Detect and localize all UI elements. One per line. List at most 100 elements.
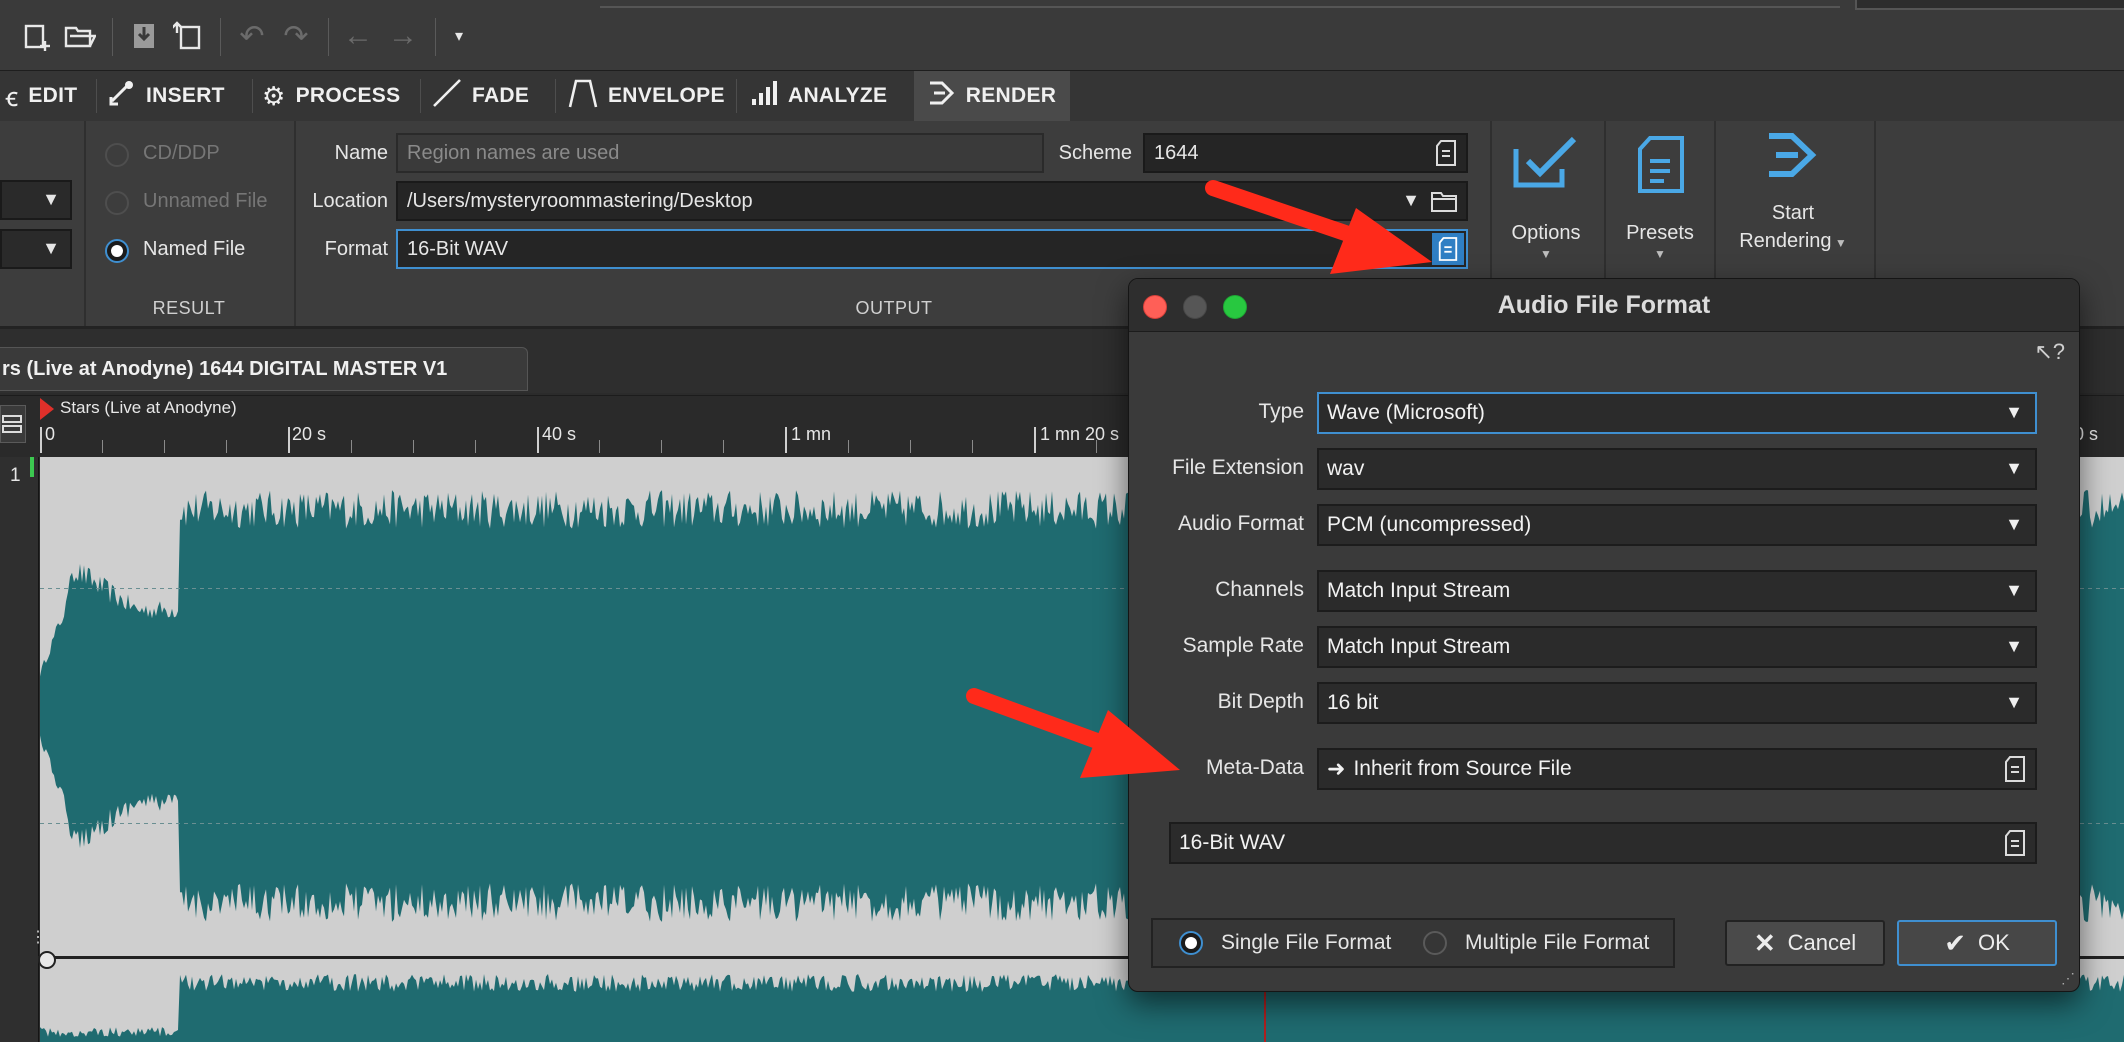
help-cursor-icon[interactable]: ↖? [2034, 339, 2065, 365]
resize-grip-icon[interactable]: ⋰ [2061, 970, 2075, 987]
type-label: Type [1258, 400, 1304, 423]
track-options-icon[interactable] [0, 405, 26, 443]
format-label: Format [324, 238, 388, 260]
scheme-label: Scheme [1058, 142, 1132, 164]
ruler-minor-tick [661, 440, 662, 453]
channels-select[interactable]: Match Input Stream ▼ [1317, 570, 2037, 612]
name-label: Name [334, 142, 388, 164]
back-arrow-icon[interactable]: ← [340, 18, 376, 54]
unnamed-file-label: Unnamed File [143, 190, 268, 212]
format-edit-button[interactable] [1432, 233, 1464, 265]
cancel-button[interactable]: ✕ Cancel [1725, 920, 1885, 966]
audio-format-label: Audio Format [1177, 512, 1304, 535]
region-name[interactable]: Stars (Live at Anodyne) [60, 398, 237, 418]
tab-envelope[interactable]: ENVELOPE [568, 71, 728, 121]
close-icon: ✕ [1753, 927, 1776, 958]
location-field[interactable]: /Users/mysteryroommastering/Desktop ▼ [396, 181, 1468, 221]
document-icon[interactable] [1434, 139, 1458, 174]
metadata-field[interactable]: ➜ Inherit from Source File [1317, 748, 2037, 790]
start-rendering-button[interactable]: Start Rendering ▼ [1718, 121, 1868, 296]
save-as-icon[interactable] [170, 18, 206, 54]
radio-named-file[interactable] [105, 239, 129, 263]
chevron-down-icon[interactable]: ▼ [1402, 190, 1420, 211]
options-button[interactable]: Options ▼ [1496, 121, 1596, 296]
chevron-down-icon: ▼ [2005, 692, 2023, 712]
named-file-label: Named File [143, 238, 246, 260]
scheme-field[interactable]: 1644 [1143, 133, 1468, 173]
toolbar-frame-right [1855, 0, 2124, 10]
document-icon[interactable] [2003, 755, 2027, 789]
radio-cd-ddp[interactable] [105, 143, 129, 167]
ruler-label-0: 0 [45, 424, 56, 444]
sample-rate-select[interactable]: Match Input Stream ▼ [1317, 626, 2037, 668]
ruler-label-40s: 40 s [542, 424, 577, 444]
bit-depth-label: Bit Depth [1217, 690, 1304, 713]
file-extension-select[interactable]: wav ▼ [1317, 448, 2037, 490]
tab-insert[interactable]: INSERT [108, 71, 248, 121]
forward-arrow-icon[interactable]: → [385, 18, 421, 54]
track-start-marker [30, 457, 34, 477]
format-field[interactable]: 16-Bit WAV [396, 229, 1468, 269]
ok-button[interactable]: ✔ OK [1897, 920, 2057, 966]
chevron-down-icon: ▼ [42, 238, 60, 258]
tab-render[interactable]: RENDER [914, 71, 1070, 121]
sample-rate-label: Sample Rate [1182, 634, 1304, 657]
tab-edit[interactable]: ꞓ EDIT [0, 71, 95, 121]
tab-process[interactable]: ⚙ PROCESS [262, 71, 422, 121]
region-marker-icon[interactable] [40, 398, 54, 420]
name-field[interactable]: Region names are used [396, 133, 1044, 173]
type-select[interactable]: Wave (Microsoft) ▼ [1317, 392, 2037, 434]
ruler-minor-tick [413, 440, 414, 453]
open-folder-icon[interactable] [62, 18, 98, 54]
radio-single-file-format[interactable] [1179, 931, 1203, 955]
new-file-icon[interactable] [20, 18, 56, 54]
ruler-minor-tick [972, 440, 973, 453]
ruler-minor-tick [164, 440, 165, 453]
multiple-file-format-label: Multiple File Format [1465, 931, 1650, 954]
toolbar-frame [600, 0, 1840, 8]
chevron-down-icon: ▼ [2005, 514, 2023, 534]
ruler-minor-tick [723, 440, 724, 453]
ruler-minor-tick [1096, 440, 1097, 453]
metadata-label: Meta-Data [1205, 756, 1304, 779]
file-tab[interactable]: rs (Live at Anodyne) 1644 DIGITAL MASTER… [0, 347, 528, 391]
gears-icon: ⚙ [262, 80, 286, 111]
undo-icon[interactable]: ↶ [234, 18, 270, 54]
channels-label: Channels [1215, 578, 1304, 601]
checkmark-icon: ✔ [1944, 927, 1966, 958]
document-icon[interactable] [2003, 829, 2027, 863]
folder-icon[interactable] [1430, 189, 1458, 220]
file-extension-label: File Extension [1172, 456, 1304, 479]
chevron-down-icon: ▼ [2005, 458, 2023, 478]
ruler-minor-tick [351, 440, 352, 453]
radio-unnamed-file[interactable] [105, 191, 129, 215]
track-header[interactable]: 1 ⋮ [0, 457, 46, 1042]
arrow-right-icon: ➜ [1327, 756, 1346, 781]
ruler-tick [537, 427, 539, 453]
preset-field[interactable]: 16-Bit WAV [1169, 822, 2037, 864]
chevron-down-icon: ▼ [1654, 247, 1666, 261]
audio-format-select[interactable]: PCM (uncompressed) ▼ [1317, 504, 2037, 546]
presets-button[interactable]: Presets ▼ [1610, 121, 1710, 296]
tab-analyze[interactable]: ANALYZE [750, 71, 900, 121]
redo-icon[interactable]: ↷ [278, 18, 314, 54]
customize-toolbar-icon[interactable]: ▾ [441, 18, 477, 54]
tab-fade[interactable]: FADE [432, 71, 542, 121]
result-group-label: RESULT [152, 297, 226, 318]
chevron-down-icon: ▼ [1540, 247, 1552, 261]
mode-dropdown-1[interactable]: ▼ [0, 180, 72, 220]
bars-icon [750, 80, 778, 113]
dialog-title: Audio File Format [1497, 290, 1711, 319]
ruler-tick [40, 427, 42, 453]
cd-ddp-label: CD/DDP [143, 142, 220, 164]
bit-depth-select[interactable]: 16 bit ▼ [1317, 682, 2037, 724]
chevron-down-icon: ▼ [42, 189, 60, 209]
document-icon [1438, 237, 1458, 261]
mode-dropdown-2[interactable]: ▼ [0, 229, 72, 269]
envelope-point[interactable] [38, 951, 56, 969]
radio-multiple-file-format[interactable] [1423, 931, 1447, 955]
ruler-tick [1034, 427, 1036, 453]
save-icon[interactable] [126, 18, 162, 54]
ruler-label-20s: 20 s [292, 424, 327, 444]
render-icon [1766, 129, 1820, 189]
